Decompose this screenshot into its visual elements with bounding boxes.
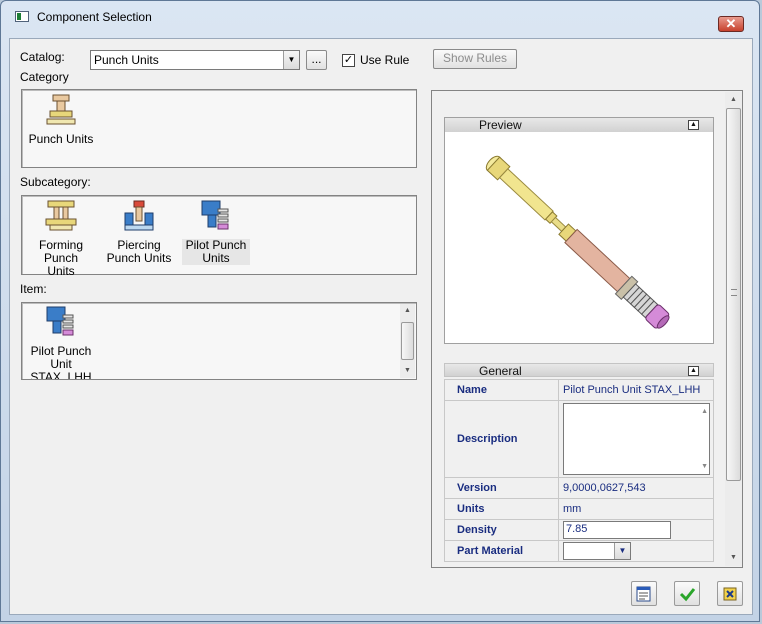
item-label-line3: STAX_LHH bbox=[30, 370, 92, 380]
dialog-client-area: Catalog: Punch Units ▼ ... ✓ Use Rule Sh… bbox=[9, 38, 753, 615]
description-textarea[interactable]: ▲ ▼ bbox=[563, 403, 710, 475]
scroll-thumb[interactable] bbox=[401, 322, 414, 360]
version-value: 9,0000,0627,543 bbox=[558, 477, 714, 499]
pilot-punch-icon bbox=[201, 200, 229, 230]
subcategory-item-pilot[interactable]: Pilot Punch Units bbox=[182, 199, 250, 265]
density-field[interactable]: 7.85 bbox=[563, 521, 671, 539]
item-panel: Pilot Punch Unit STAX_LHH ▲ ▼ bbox=[21, 302, 417, 380]
scroll-up-arrow-icon[interactable]: ▲ bbox=[725, 93, 742, 107]
category-item-label: Punch Units bbox=[28, 132, 94, 146]
property-row-density: Density 7.85 bbox=[444, 519, 714, 541]
pilot-punch-preview-image bbox=[485, 155, 670, 329]
property-label: Units bbox=[444, 498, 559, 520]
ok-button[interactable] bbox=[674, 581, 700, 606]
item-label: Item: bbox=[20, 282, 47, 296]
general-header: General ▲ bbox=[444, 363, 714, 378]
scroll-up-arrow-icon[interactable]: ▲ bbox=[400, 304, 415, 318]
property-label: Description bbox=[444, 400, 559, 478]
pilot-punch-unit-icon bbox=[46, 306, 74, 336]
property-row-name: Name Pilot Punch Unit STAX_LHH bbox=[444, 379, 714, 401]
details-pane: Preview ▲ General ▲ Name Pilot Punch Uni… bbox=[431, 90, 743, 568]
units-value: mm bbox=[558, 498, 714, 520]
preview-box: Preview ▲ bbox=[444, 117, 714, 344]
subcategory-label-line1: Forming Punch bbox=[38, 238, 83, 265]
catalog-dropdown[interactable]: Punch Units ▼ bbox=[90, 50, 300, 70]
name-value: Pilot Punch Unit STAX_LHH bbox=[558, 379, 714, 401]
scroll-down-arrow-icon[interactable]: ▼ bbox=[701, 463, 708, 470]
catalog-value: Punch Units bbox=[94, 53, 159, 67]
property-label: Name bbox=[444, 379, 559, 401]
scroll-up-arrow-icon[interactable]: ▲ bbox=[701, 408, 708, 415]
subcategory-label-line2: Units bbox=[47, 264, 75, 278]
category-label: Category bbox=[20, 70, 69, 84]
forming-punch-icon bbox=[45, 200, 77, 231]
window-app-icon bbox=[15, 11, 29, 22]
scroll-thumb[interactable] bbox=[726, 108, 741, 481]
preview-header: Preview ▲ bbox=[445, 118, 713, 132]
subcategory-selected-label: Pilot Punch Units bbox=[182, 239, 250, 265]
general-section: General ▲ Name Pilot Punch Unit STAX_LHH… bbox=[444, 363, 714, 567]
piercing-punch-icon bbox=[124, 200, 154, 231]
properties-table: Name Pilot Punch Unit STAX_LHH Descripti… bbox=[444, 379, 714, 562]
chevron-down-icon[interactable]: ▼ bbox=[283, 51, 299, 69]
subcategory-label: Subcategory: bbox=[20, 175, 91, 189]
subcategory-label-line2: Units bbox=[202, 251, 230, 265]
item-scrollbar[interactable]: ▲ ▼ bbox=[400, 304, 415, 378]
scroll-down-arrow-icon[interactable]: ▼ bbox=[725, 551, 742, 565]
check-icon bbox=[679, 588, 696, 602]
category-item-punch-units[interactable]: Punch Units bbox=[28, 93, 94, 146]
preview-header-label: Preview bbox=[479, 118, 522, 132]
general-header-label: General bbox=[479, 364, 522, 378]
close-button[interactable]: ✕ bbox=[718, 16, 744, 32]
cancel-button[interactable] bbox=[717, 581, 743, 606]
property-row-version: Version 9,0000,0627,543 bbox=[444, 477, 714, 499]
collapse-general-icon[interactable]: ▲ bbox=[688, 366, 699, 376]
scroll-down-arrow-icon[interactable]: ▼ bbox=[400, 364, 415, 378]
property-row-part-material: Part Material ▼ bbox=[444, 540, 714, 562]
punch-units-icon bbox=[46, 94, 76, 125]
property-row-units: Units mm bbox=[444, 498, 714, 520]
properties-icon bbox=[636, 586, 651, 602]
subcategory-item-forming[interactable]: Forming Punch Units bbox=[22, 199, 100, 278]
subcategory-panel: Forming Punch Units Piercing Punch Units bbox=[21, 195, 417, 278]
category-panel: Punch Units bbox=[21, 89, 417, 168]
property-label: Part Material bbox=[444, 540, 559, 562]
title-bar[interactable]: Component Selection ✕ bbox=[1, 1, 759, 32]
property-row-description: Description ▲ ▼ bbox=[444, 400, 714, 478]
grip-icon bbox=[731, 289, 737, 296]
subcategory-label-line2: Punch Units bbox=[106, 251, 172, 265]
cancel-icon bbox=[723, 587, 737, 601]
properties-button[interactable] bbox=[631, 581, 657, 606]
use-rule-label: Use Rule bbox=[360, 53, 410, 67]
property-label: Density bbox=[444, 519, 559, 541]
property-label: Version bbox=[444, 477, 559, 499]
collapse-preview-icon[interactable]: ▲ bbox=[688, 120, 699, 130]
item-pilot-punch-unit[interactable]: Pilot Punch Unit STAX_LHH bbox=[28, 305, 94, 380]
part-material-dropdown[interactable]: ▼ bbox=[563, 542, 631, 560]
show-rules-button[interactable]: Show Rules bbox=[433, 49, 517, 69]
browse-catalog-button[interactable]: ... bbox=[306, 50, 327, 70]
use-rule-checkbox[interactable]: ✓ bbox=[342, 54, 355, 67]
window-title: Component Selection bbox=[37, 10, 152, 24]
chevron-down-icon[interactable]: ▼ bbox=[614, 543, 630, 559]
component-selection-window: Component Selection ✕ Catalog: Punch Uni… bbox=[0, 0, 760, 622]
details-scrollbar[interactable]: ▲ ▼ bbox=[725, 92, 742, 566]
subcategory-item-piercing[interactable]: Piercing Punch Units bbox=[101, 199, 177, 265]
catalog-label: Catalog: bbox=[20, 50, 65, 64]
